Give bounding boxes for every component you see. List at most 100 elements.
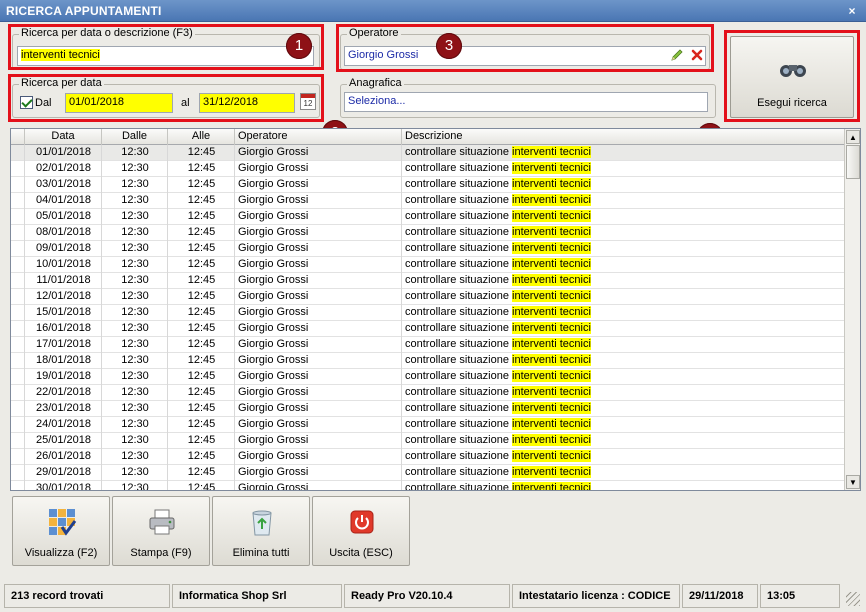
cell-operatore: Giorgio Grossi (238, 242, 309, 254)
description-prefix: controllare situazione (405, 258, 513, 270)
description-match: interventi tecnici (512, 242, 591, 254)
table-row[interactable]: 08/01/2018 12:30 12:45 Giorgio Grossi contro… (11, 225, 845, 241)
stampa-button[interactable]: Stampa (F9) (112, 496, 210, 566)
resize-grip-icon[interactable] (846, 592, 860, 606)
cell-descrizione: controllare situazione interventi tecnic… (402, 321, 845, 337)
cell-data: 17/01/2018 (35, 338, 92, 350)
row-indicator[interactable] (11, 241, 25, 257)
row-indicator[interactable] (11, 353, 25, 369)
cell-data: 12/01/2018 (35, 290, 92, 302)
table-row[interactable]: 17/01/2018 12:30 12:45 Giorgio Grossi contro… (11, 337, 845, 353)
cell-operatore: Giorgio Grossi (238, 354, 309, 366)
row-indicator[interactable] (11, 385, 25, 401)
date-from-input[interactable]: 01/01/2018 (65, 93, 173, 113)
stampa-button-label: Stampa (F9) (130, 547, 192, 559)
cell-data: 22/01/2018 (35, 386, 92, 398)
operator-input[interactable]: Giorgio Grossi (344, 46, 706, 66)
table-row[interactable]: 29/01/2018 12:30 12:45 Giorgio Grossi contro… (11, 465, 845, 481)
row-indicator[interactable] (11, 305, 25, 321)
column-header-operatore[interactable]: Operatore (235, 129, 402, 145)
description-match: interventi tecnici (512, 434, 591, 446)
table-row[interactable]: 15/01/2018 12:30 12:45 Giorgio Grossi contro… (11, 305, 845, 321)
row-indicator[interactable] (11, 449, 25, 465)
row-indicator[interactable] (11, 337, 25, 353)
row-indicator[interactable] (11, 273, 25, 289)
description-prefix: controllare situazione (405, 402, 513, 414)
appointments-grid[interactable]: Data Dalle Alle Operatore Descrizione 01… (10, 128, 861, 491)
description-prefix: controllare situazione (405, 482, 513, 490)
date-to-label: al (181, 97, 190, 109)
row-indicator[interactable] (11, 145, 25, 161)
table-row[interactable]: 26/01/2018 12:30 12:45 Giorgio Grossi contro… (11, 449, 845, 465)
search-button[interactable]: Esegui ricerca (730, 36, 854, 118)
elimina-tutti-button[interactable]: Elimina tutti (212, 496, 310, 566)
pencil-icon[interactable] (670, 48, 684, 62)
description-match: interventi tecnici (512, 338, 591, 350)
table-row[interactable]: 02/01/2018 12:30 12:45 Giorgio Grossi contro… (11, 161, 845, 177)
cell-alle: 12:45 (187, 306, 216, 318)
date-to-input[interactable]: 31/12/2018 (199, 93, 295, 113)
table-row[interactable]: 18/01/2018 12:30 12:45 Giorgio Grossi contro… (11, 353, 845, 369)
scroll-thumb[interactable] (846, 145, 860, 179)
table-row[interactable]: 03/01/2018 12:30 12:45 Giorgio Grossi contro… (11, 177, 845, 193)
cell-operatore: Giorgio Grossi (238, 210, 309, 222)
row-indicator[interactable] (11, 433, 25, 449)
table-row[interactable]: 01/01/2018 12:30 12:45 Giorgio Grossi contro… (11, 145, 845, 161)
cell-operatore: Giorgio Grossi (238, 482, 309, 490)
cell-alle: 12:45 (187, 450, 216, 462)
table-row[interactable]: 10/01/2018 12:30 12:45 Giorgio Grossi contro… (11, 257, 845, 273)
table-row[interactable]: 04/01/2018 12:30 12:45 Giorgio Grossi contro… (11, 193, 845, 209)
cell-descrizione: controllare situazione interventi tecnic… (402, 209, 845, 225)
table-row[interactable]: 25/01/2018 12:30 12:45 Giorgio Grossi contro… (11, 433, 845, 449)
cell-descrizione: controllare situazione interventi tecnic… (402, 417, 845, 433)
table-row[interactable]: 30/01/2018 12:30 12:45 Giorgio Grossi contro… (11, 481, 845, 490)
table-row[interactable]: 19/01/2018 12:30 12:45 Giorgio Grossi contro… (11, 369, 845, 385)
visualizza-button-label: Visualizza (F2) (24, 547, 98, 559)
row-indicator[interactable] (11, 193, 25, 209)
search-description-input[interactable]: interventi tecnici (17, 46, 314, 66)
description-match: interventi tecnici (512, 210, 591, 222)
table-row[interactable]: 09/01/2018 12:30 12:45 Giorgio Grossi contro… (11, 241, 845, 257)
cell-dalle: 12:30 (121, 290, 149, 302)
calendar-icon[interactable]: 12 (300, 93, 316, 110)
close-icon[interactable]: × (844, 3, 860, 19)
description-match: interventi tecnici (512, 306, 591, 318)
description-match: interventi tecnici (512, 178, 591, 190)
vertical-scrollbar[interactable]: ▲ ▼ (844, 129, 860, 490)
scroll-down-icon[interactable]: ▼ (846, 475, 860, 489)
row-indicator[interactable] (11, 465, 25, 481)
row-indicator[interactable] (11, 177, 25, 193)
row-indicator[interactable] (11, 401, 25, 417)
table-row[interactable]: 23/01/2018 12:30 12:45 Giorgio Grossi contro… (11, 401, 845, 417)
row-indicator[interactable] (11, 369, 25, 385)
row-indicator[interactable] (11, 161, 25, 177)
table-row[interactable]: 12/01/2018 12:30 12:45 Giorgio Grossi contro… (11, 289, 845, 305)
row-indicator[interactable] (11, 225, 25, 241)
scroll-up-icon[interactable]: ▲ (846, 130, 860, 144)
column-header-dalle[interactable]: Dalle (102, 129, 168, 145)
date-from-checkbox[interactable] (20, 96, 33, 109)
row-indicator[interactable] (11, 417, 25, 433)
row-indicator[interactable] (11, 209, 25, 225)
table-row[interactable]: 16/01/2018 12:30 12:45 Giorgio Grossi contro… (11, 321, 845, 337)
row-indicator[interactable] (11, 321, 25, 337)
anagrafica-input[interactable]: Seleziona... (344, 92, 708, 112)
table-row[interactable]: 22/01/2018 12:30 12:45 Giorgio Grossi contro… (11, 385, 845, 401)
row-indicator[interactable] (11, 481, 25, 490)
table-row[interactable]: 11/01/2018 12:30 12:45 Giorgio Grossi contro… (11, 273, 845, 289)
cell-dalle: 12:30 (121, 210, 149, 222)
uscita-button[interactable]: Uscita (ESC) (312, 496, 410, 566)
row-indicator[interactable] (11, 289, 25, 305)
column-header-descrizione[interactable]: Descrizione (402, 129, 845, 145)
description-match: interventi tecnici (512, 402, 591, 414)
table-row[interactable]: 24/01/2018 12:30 12:45 Giorgio Grossi contro… (11, 417, 845, 433)
visualizza-button[interactable]: Visualizza (F2) (12, 496, 110, 566)
column-header-alle[interactable]: Alle (168, 129, 235, 145)
cell-data: 10/01/2018 (35, 258, 92, 270)
table-row[interactable]: 05/01/2018 12:30 12:45 Giorgio Grossi contro… (11, 209, 845, 225)
column-header-data[interactable]: Data (25, 129, 102, 145)
cell-dalle: 12:30 (121, 226, 149, 238)
row-indicator[interactable] (11, 257, 25, 273)
red-x-icon[interactable] (690, 48, 704, 62)
description-match: interventi tecnici (512, 450, 591, 462)
